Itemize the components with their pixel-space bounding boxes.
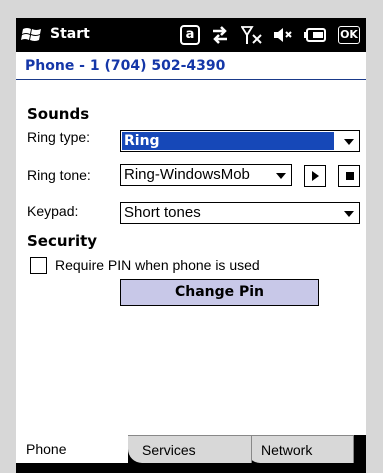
keypad-dropdown[interactable]: Short tones <box>120 202 360 224</box>
stop-button[interactable] <box>338 165 360 187</box>
signal-off-icon[interactable] <box>241 25 263 45</box>
ok-button[interactable]: OK <box>338 26 360 44</box>
play-button[interactable] <box>304 165 326 187</box>
sync-icon[interactable] <box>209 25 231 45</box>
page-title: Phone - 1 (704) 502-4390 <box>25 58 226 74</box>
tab-bar: Phone Services Network <box>16 435 366 473</box>
battery-icon[interactable] <box>304 25 328 45</box>
ring-type-label: Ring type: <box>27 129 91 145</box>
windows-logo-icon[interactable] <box>21 26 43 44</box>
play-icon <box>312 171 319 181</box>
device-screen: Start a OK Phone - 1 (704) 502-4390 Soun… <box>16 18 366 473</box>
keypad-label: Keypad: <box>27 203 79 219</box>
change-pin-button[interactable]: Change Pin <box>120 279 319 306</box>
ring-tone-dropdown[interactable]: Ring-WindowsMob <box>120 164 292 186</box>
chevron-down-icon[interactable] <box>276 173 286 179</box>
security-section-title: Security <box>27 232 98 250</box>
tab-services[interactable]: Services <box>128 435 252 463</box>
stop-icon <box>346 172 354 180</box>
at-sign-icon[interactable]: a <box>180 25 200 45</box>
chevron-down-icon[interactable] <box>344 139 354 145</box>
title-bar: Start a OK <box>16 18 366 52</box>
page-header: Phone - 1 (704) 502-4390 <box>16 52 366 80</box>
start-label[interactable]: Start <box>50 26 90 42</box>
tab-phone[interactable]: Phone <box>16 435 128 463</box>
keypad-value: Short tones <box>124 204 201 221</box>
tab-strip-edge <box>16 463 366 473</box>
require-pin-checkbox[interactable] <box>30 257 47 274</box>
require-pin-label[interactable]: Require PIN when phone is used <box>55 257 260 273</box>
speaker-muted-icon[interactable] <box>272 25 294 45</box>
tab-network[interactable]: Network <box>246 435 354 463</box>
sounds-section-title: Sounds <box>27 105 90 123</box>
ring-type-value: Ring <box>124 133 160 149</box>
ring-tone-label: Ring tone: <box>27 167 91 183</box>
ring-tone-value: Ring-WindowsMob <box>124 166 250 183</box>
ring-type-dropdown[interactable]: Ring <box>120 130 360 152</box>
chevron-down-icon[interactable] <box>344 211 354 217</box>
